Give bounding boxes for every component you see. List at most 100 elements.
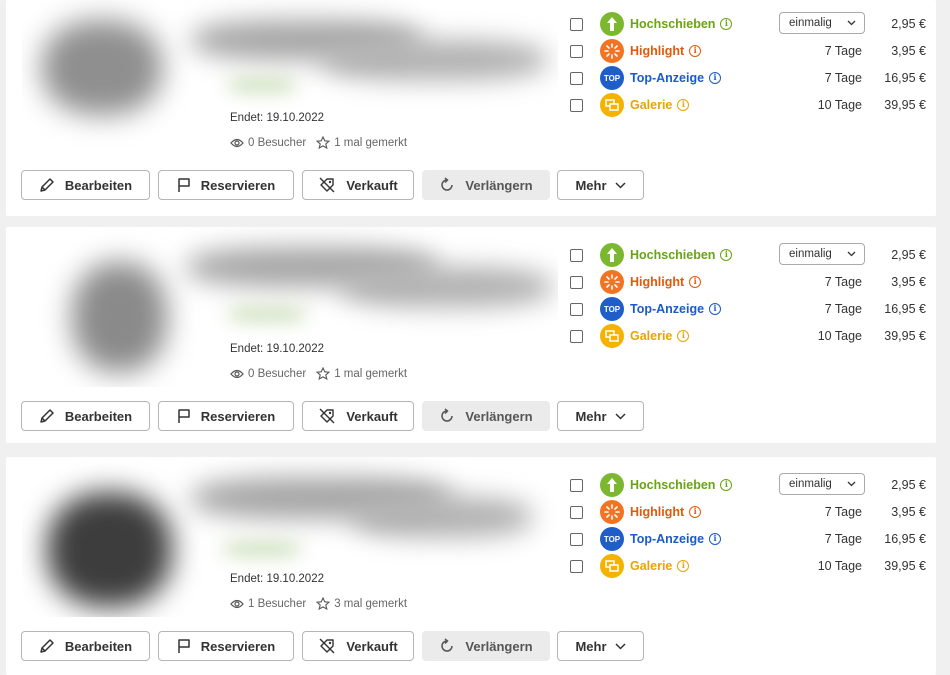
top-badge-text: TOP bbox=[603, 73, 621, 83]
info-icon[interactable]: i bbox=[720, 18, 733, 30]
sold-button[interactable]: Verkauft bbox=[302, 631, 414, 661]
top-badge-icon: TOP bbox=[600, 297, 624, 321]
info-icon[interactable]: i bbox=[709, 72, 722, 84]
more-label: Mehr bbox=[575, 408, 607, 424]
highlight-duration: 7 Tage bbox=[824, 275, 862, 289]
info-icon[interactable]: i bbox=[689, 45, 702, 57]
galerie-label[interactable]: Galerie i bbox=[630, 329, 690, 343]
more-button[interactable]: Mehr bbox=[557, 170, 644, 200]
edit-button[interactable]: Bearbeiten bbox=[21, 170, 150, 200]
info-icon[interactable]: i bbox=[709, 533, 722, 545]
hochschieben-frequency-select[interactable]: einmalig bbox=[779, 12, 865, 34]
highlight-checkbox[interactable] bbox=[570, 275, 583, 289]
feature-top-anzeige: TOP Top-Anzeige i 7 Tage 16,95 € bbox=[570, 66, 926, 90]
visitor-count-label: 0 Besucher bbox=[248, 136, 307, 149]
feature-hochschieben: Hochschieben i einmalig 2,95 € bbox=[570, 473, 926, 497]
pencil-icon bbox=[40, 178, 54, 192]
info-icon[interactable]: i bbox=[677, 560, 690, 572]
listing-stats: 0 Besucher 1 mal gemerkt bbox=[230, 136, 417, 149]
info-icon[interactable]: i bbox=[677, 99, 690, 111]
highlight-label[interactable]: Highlight i bbox=[630, 505, 702, 519]
highlight-checkbox[interactable] bbox=[570, 44, 583, 58]
galerie-label[interactable]: Galerie i bbox=[630, 559, 690, 573]
reserve-label: Reservieren bbox=[200, 408, 276, 424]
edit-label: Bearbeiten bbox=[64, 638, 133, 654]
top-anzeige-label[interactable]: Top-Anzeige i bbox=[630, 71, 722, 85]
feature-highlight: Highlight i 7 Tage 3,95 € bbox=[570, 270, 926, 294]
feature-highlight: Highlight i 7 Tage 3,95 € bbox=[570, 500, 926, 524]
pencil-icon bbox=[40, 409, 54, 423]
hochschieben-checkbox[interactable] bbox=[570, 248, 583, 262]
highlight-label[interactable]: Highlight i bbox=[630, 275, 702, 289]
hochschieben-label[interactable]: Hochschieben i bbox=[630, 17, 733, 31]
sold-button[interactable]: Verkauft bbox=[302, 401, 414, 431]
hochschieben-frequency-select[interactable]: einmalig bbox=[779, 243, 865, 265]
extend-button[interactable]: Verlängern bbox=[422, 401, 550, 431]
tag-crossed-icon bbox=[319, 177, 335, 193]
edit-button[interactable]: Bearbeiten bbox=[21, 631, 150, 661]
highlight-label[interactable]: Highlight i bbox=[630, 44, 702, 58]
reserve-label: Reservieren bbox=[200, 177, 276, 193]
top-anzeige-checkbox[interactable] bbox=[570, 71, 583, 85]
listing-description bbox=[352, 497, 532, 537]
arrow-up-icon bbox=[600, 473, 624, 497]
tag-crossed-icon bbox=[319, 408, 335, 424]
top-badge-text: TOP bbox=[603, 304, 621, 314]
hochschieben-frequency-select[interactable]: einmalig bbox=[779, 473, 865, 495]
visitor-count: 0 Besucher bbox=[230, 368, 306, 380]
extend-button[interactable]: Verlängern bbox=[422, 170, 550, 200]
reserve-button[interactable]: Reservieren bbox=[158, 170, 294, 200]
hochschieben-label[interactable]: Hochschieben i bbox=[630, 478, 733, 492]
hochschieben-checkbox[interactable] bbox=[570, 478, 583, 492]
highlight-duration: 7 Tage bbox=[824, 44, 862, 58]
galerie-text: Galerie bbox=[630, 559, 673, 573]
chevron-down-icon bbox=[615, 412, 626, 420]
reserve-button[interactable]: Reservieren bbox=[158, 631, 294, 661]
top-anzeige-label[interactable]: Top-Anzeige i bbox=[630, 302, 722, 316]
end-date: Endet: 19.10.2022 bbox=[230, 573, 324, 585]
info-icon[interactable]: i bbox=[720, 249, 733, 261]
listing-preview-blurred[interactable] bbox=[22, 457, 558, 617]
pencil-icon bbox=[40, 639, 54, 653]
edit-label: Bearbeiten bbox=[64, 177, 133, 193]
hochschieben-label[interactable]: Hochschieben i bbox=[630, 248, 733, 262]
saved-count: 1 mal gemerkt bbox=[316, 367, 407, 380]
feature-galerie: Galerie i 10 Tage 39,95 € bbox=[570, 324, 926, 348]
hochschieben-checkbox[interactable] bbox=[570, 17, 583, 31]
reserve-button[interactable]: Reservieren bbox=[158, 401, 294, 431]
galerie-duration: 10 Tage bbox=[817, 98, 862, 112]
listing-stats: 1 Besucher 3 mal gemerkt bbox=[230, 597, 417, 610]
top-anzeige-duration: 7 Tage bbox=[824, 302, 862, 316]
top-anzeige-text: Top-Anzeige bbox=[630, 302, 705, 316]
info-icon[interactable]: i bbox=[677, 330, 690, 342]
top-anzeige-checkbox[interactable] bbox=[570, 302, 583, 316]
galerie-checkbox[interactable] bbox=[570, 329, 583, 343]
highlight-checkbox[interactable] bbox=[570, 505, 583, 519]
listing-preview-blurred[interactable] bbox=[22, 227, 558, 387]
more-button[interactable]: Mehr bbox=[557, 401, 644, 431]
highlight-text: Highlight bbox=[630, 44, 685, 58]
info-icon[interactable]: i bbox=[689, 506, 702, 518]
info-icon[interactable]: i bbox=[720, 479, 733, 491]
info-icon[interactable]: i bbox=[709, 303, 722, 315]
eye-icon bbox=[230, 599, 244, 608]
extend-button[interactable]: Verlängern bbox=[422, 631, 550, 661]
galerie-checkbox[interactable] bbox=[570, 98, 583, 112]
info-icon[interactable]: i bbox=[689, 276, 702, 288]
sold-label: Verkauft bbox=[346, 638, 398, 654]
galerie-label[interactable]: Galerie i bbox=[630, 98, 690, 112]
flag-icon bbox=[178, 639, 190, 653]
star-icon bbox=[316, 597, 331, 610]
galerie-price: 39,95 € bbox=[884, 559, 926, 573]
edit-button[interactable]: Bearbeiten bbox=[21, 401, 150, 431]
more-button[interactable]: Mehr bbox=[557, 631, 644, 661]
galerie-checkbox[interactable] bbox=[570, 559, 583, 573]
top-anzeige-checkbox[interactable] bbox=[570, 532, 583, 546]
end-date: Endet: 19.10.2022 bbox=[230, 112, 324, 124]
galerie-duration: 10 Tage bbox=[817, 329, 862, 343]
sold-button[interactable]: Verkauft bbox=[302, 170, 414, 200]
more-label: Mehr bbox=[575, 638, 607, 654]
feature-top-anzeige: TOP Top-Anzeige i 7 Tage 16,95 € bbox=[570, 297, 926, 321]
top-anzeige-label[interactable]: Top-Anzeige i bbox=[630, 532, 722, 546]
sparkle-icon bbox=[600, 270, 624, 294]
